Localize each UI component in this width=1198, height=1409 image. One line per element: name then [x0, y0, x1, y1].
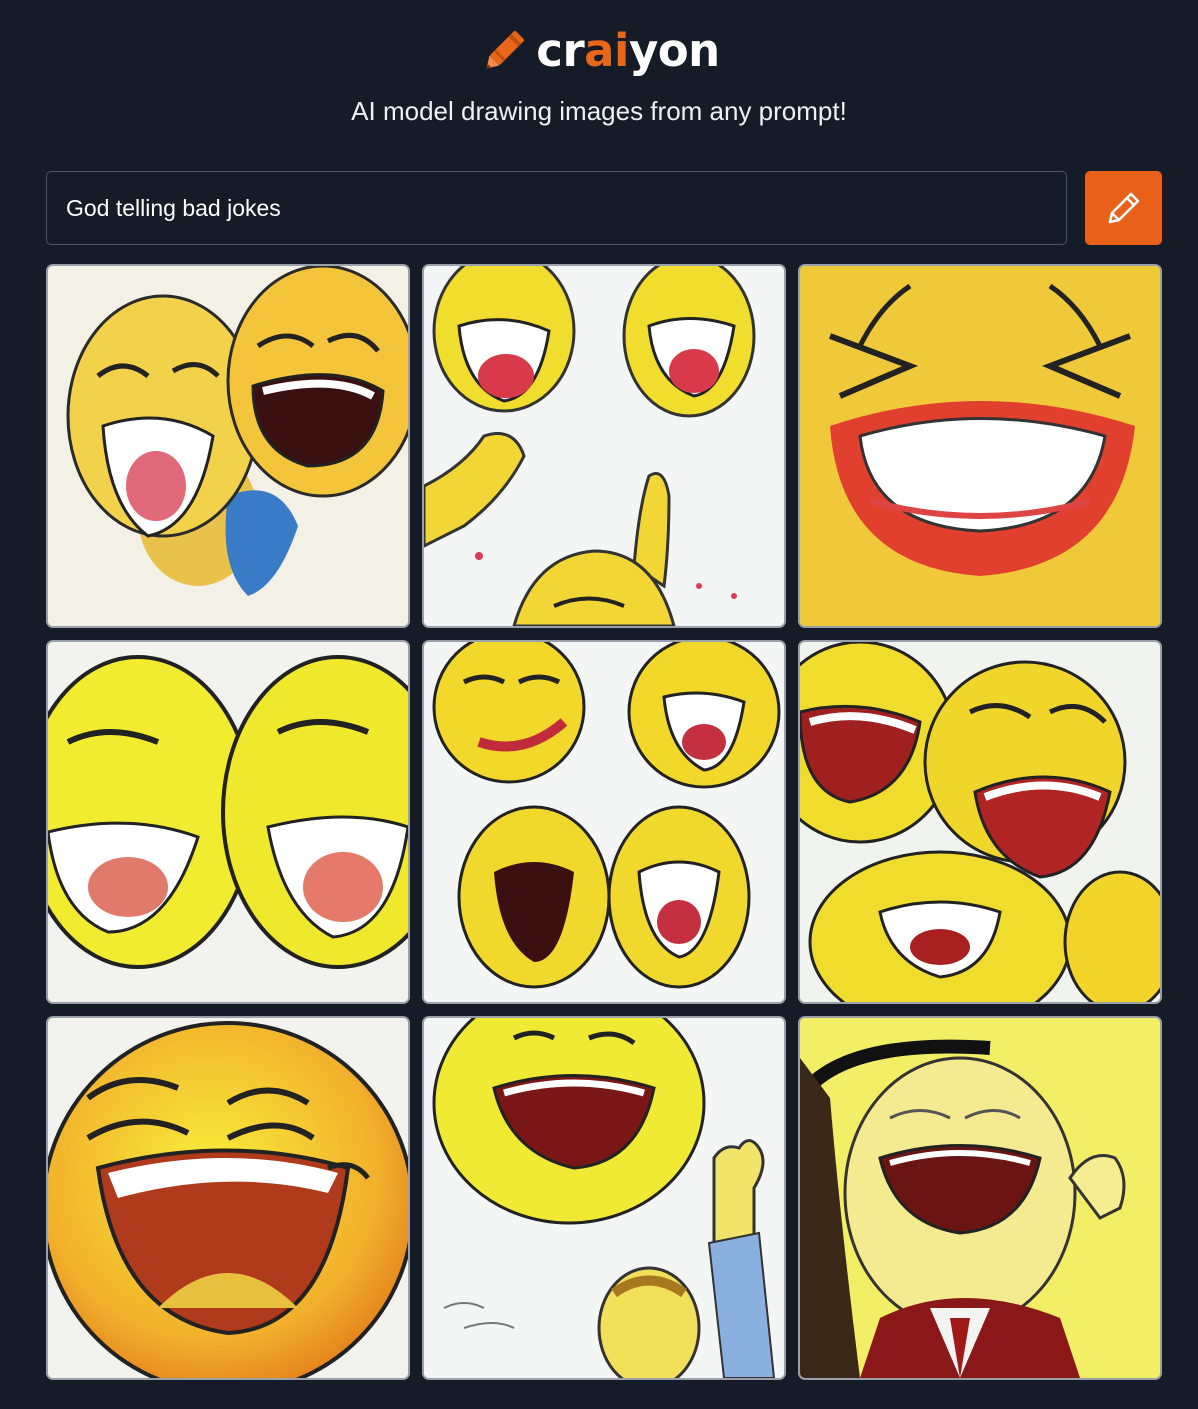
pencil-icon: [1108, 192, 1139, 224]
result-image-6-art: [800, 642, 1160, 1002]
result-image-3[interactable]: [798, 264, 1162, 628]
prompt-input[interactable]: [47, 172, 1066, 244]
craiyon-logo[interactable]: cr ai yon: [0, 18, 1198, 82]
logo-text-yon: yon: [628, 23, 720, 77]
result-image-2[interactable]: [422, 264, 786, 628]
results-grid: [46, 264, 1163, 1380]
result-image-5-art: [424, 642, 784, 1002]
logo-inner: cr ai yon: [478, 23, 720, 77]
crayon-logo-icon: [486, 31, 525, 69]
result-image-7[interactable]: [46, 1016, 410, 1380]
result-image-1-art: [48, 266, 408, 626]
result-image-4-art: [48, 642, 408, 1002]
result-image-5[interactable]: [422, 640, 786, 1004]
result-image-3-art: [800, 266, 1160, 626]
logo-text-cr: cr: [536, 23, 585, 77]
result-image-8-art: [424, 1018, 784, 1378]
craiyon-page: cr ai yon AI model drawing images from a…: [0, 0, 1198, 1409]
logo-text-ai: ai: [584, 23, 629, 77]
result-image-9-art: [800, 1018, 1160, 1378]
result-image-7-art: [48, 1018, 408, 1378]
tagline: AI model drawing images from any prompt!: [351, 96, 847, 126]
result-image-8[interactable]: [422, 1016, 786, 1380]
result-image-2-art: [424, 266, 784, 626]
prompt-field-wrapper: [46, 171, 1067, 245]
result-image-6[interactable]: [798, 640, 1162, 1004]
draw-button[interactable]: [1085, 171, 1162, 245]
logo-wordmark: cr ai yon: [536, 23, 720, 77]
result-image-1[interactable]: [46, 264, 410, 628]
result-image-4[interactable]: [46, 640, 410, 1004]
result-image-9[interactable]: [798, 1016, 1162, 1380]
